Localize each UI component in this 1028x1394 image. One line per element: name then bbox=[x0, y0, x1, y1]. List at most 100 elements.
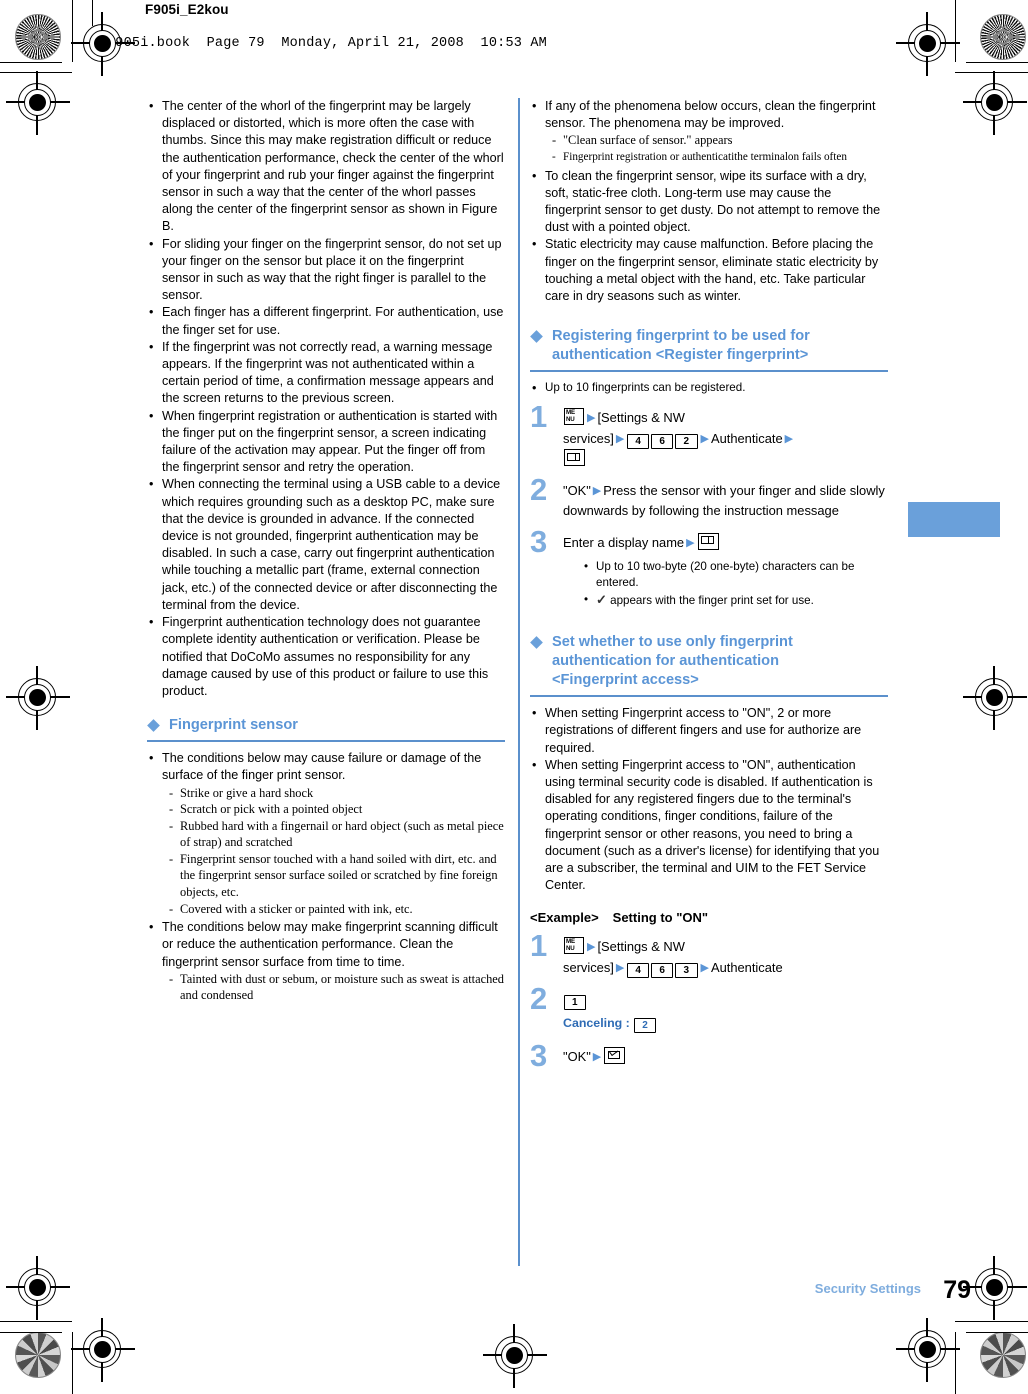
authenticate-label: Authenticate bbox=[710, 959, 783, 975]
step-register-3: 3 Enter a display name ▶ • Up to 10 two-by… bbox=[530, 526, 888, 610]
dash-bullet: - bbox=[169, 901, 174, 916]
section-heading-line2: authentication <Register fingerprint> bbox=[552, 347, 809, 364]
column-divider bbox=[518, 98, 520, 1266]
bullet-dot: • bbox=[149, 236, 154, 251]
right-column: • If any of the phenomena below occurs, c… bbox=[530, 98, 888, 1071]
dash-bullet: - bbox=[169, 818, 174, 833]
numeric-key-2: 2 bbox=[634, 1018, 657, 1034]
step-number: 1 bbox=[530, 928, 548, 964]
step3-subnotes: • Up to 10 two-byte (20 one-byte) charact… bbox=[563, 559, 888, 609]
registration-mark-bottom-left-2 bbox=[6, 1256, 70, 1320]
example-title: Setting to "ON" bbox=[612, 910, 709, 926]
registration-mark-bottom-right-2 bbox=[963, 1256, 1027, 1320]
step2-instruction: Press the sensor with your finger and sl… bbox=[563, 482, 885, 519]
page-number: 79 bbox=[943, 1276, 971, 1304]
step-access-3: 3 "OK" ▶ bbox=[530, 1040, 888, 1071]
arrow-icon: ▶ bbox=[784, 432, 794, 445]
step-text: ME NU ▶ [Settings & NW services] ▶ 4 6 3 ▶ Authent… bbox=[563, 937, 783, 978]
step-register-2: 2 "OK" ▶ Press the sensor with your finger… bbox=[530, 474, 888, 521]
arrow-icon: ▶ bbox=[587, 941, 596, 954]
check-icon: ✓ bbox=[596, 592, 607, 608]
crop-line-right-horizontal bbox=[966, 62, 1028, 63]
step-text: 1 bbox=[563, 992, 587, 1011]
step-number: 2 bbox=[530, 471, 548, 507]
arrow-icon: ▶ bbox=[592, 1051, 602, 1064]
list-item: • For sliding your finger on the fingerpr… bbox=[149, 236, 502, 303]
diamond-bullet-icon bbox=[530, 330, 543, 344]
list-item: • The conditions below may cause failure … bbox=[149, 751, 482, 783]
bullet-dot: • bbox=[149, 477, 154, 492]
section-rule bbox=[530, 695, 888, 698]
registration-mark-mid-right bbox=[963, 666, 1027, 730]
list-item: - Tainted with dust or sebum, or moisture… bbox=[169, 971, 504, 1003]
print-density-star-top-left bbox=[15, 14, 61, 60]
sensor-note2-list: • The conditions below may make fingerpri… bbox=[147, 919, 505, 971]
authenticate-label: Authenticate bbox=[710, 430, 783, 446]
list-item: • When fingerprint registration or authen… bbox=[149, 408, 498, 475]
section-rule bbox=[530, 370, 888, 373]
list-item: • If the fingerprint was not correctly re… bbox=[149, 339, 494, 406]
numeric-key-6: 6 bbox=[651, 962, 674, 978]
crop-line-left-vertical-2 bbox=[92, 0, 93, 26]
list-item: • Fingerprint authentication technology d… bbox=[149, 615, 489, 698]
dash-bullet: - bbox=[169, 851, 174, 866]
section-heading-fingerprint-access: Set whether to use only fingerprint auth… bbox=[530, 633, 888, 690]
step-number: 1 bbox=[530, 399, 548, 435]
section-heading-line3: <Fingerprint access> bbox=[552, 672, 699, 689]
numeric-key-6: 6 bbox=[651, 433, 674, 449]
step-text: ME NU ▶ [Settings & NW services] ▶ 4 6 2 ▶ Authent… bbox=[563, 408, 795, 467]
list-item: • Static electricity may cause malfunctio… bbox=[532, 237, 879, 304]
dash-bullet: - bbox=[552, 133, 557, 148]
menu-key-icon: ME NU bbox=[564, 408, 584, 426]
numeric-key-3: 3 bbox=[675, 962, 698, 978]
left-column: • The center of the whorl of the fingerpr… bbox=[147, 98, 505, 1004]
sensor-note1-subitems: - Strike or give a hard shock - Scratch or… bbox=[147, 785, 505, 918]
register-intro-note: • Up to 10 fingerprints can be registered… bbox=[530, 380, 888, 396]
registration-mark-bottom-right bbox=[896, 1318, 960, 1382]
step-text: "OK" ▶ Press the sensor with your finger a… bbox=[563, 483, 885, 519]
bullet-dot: • bbox=[584, 560, 589, 574]
diamond-bullet-icon bbox=[147, 719, 160, 732]
list-item: • To clean the fingerprint sensor, wipe i… bbox=[532, 168, 881, 235]
bullet-dot: • bbox=[149, 615, 154, 630]
arrow-icon: ▶ bbox=[615, 961, 625, 974]
crop-line-bottom-horizontal bbox=[0, 1332, 62, 1333]
settings-label-1: [Settings & NW bbox=[597, 939, 685, 955]
book-key-icon bbox=[564, 449, 585, 467]
numeric-key-2: 2 bbox=[675, 433, 698, 449]
list-item: - Fingerprint sensor touched with a hand … bbox=[169, 851, 498, 900]
bullet-dot: • bbox=[149, 339, 154, 354]
arrow-icon: ▶ bbox=[686, 536, 695, 549]
list-item: - "Clean surface of sensor." appears bbox=[552, 133, 733, 148]
ok-label: "OK" bbox=[563, 482, 591, 498]
bullet-dot: • bbox=[149, 305, 154, 320]
right-notes-top-rest: • To clean the fingerprint sensor, wipe i… bbox=[530, 168, 888, 306]
registration-mark-top-right-2 bbox=[963, 71, 1027, 135]
list-item: - Fingerprint registration or authenticat… bbox=[552, 149, 888, 166]
dash-bullet: - bbox=[169, 802, 174, 817]
crop-line-right-horizontal-2 bbox=[955, 72, 1028, 73]
numeric-key-1: 1 bbox=[564, 995, 587, 1011]
arrow-icon: ▶ bbox=[700, 432, 709, 445]
section-thumb-tab bbox=[908, 502, 1000, 537]
registration-mark-mid-left bbox=[6, 666, 70, 730]
step-text: Enter a display name ▶ bbox=[563, 532, 720, 550]
example-header: <Example> Setting to "ON" bbox=[530, 910, 888, 925]
ok-label: "OK" bbox=[563, 1049, 591, 1065]
example-label: <Example> bbox=[530, 910, 599, 926]
crop-line-right-vertical-bottom bbox=[955, 1332, 956, 1394]
right-notes-top: • If any of the phenomena below occurs, c… bbox=[530, 98, 888, 132]
list-item: • If any of the phenomena below occurs, c… bbox=[532, 99, 876, 131]
list-item: • When connecting the terminal using a US… bbox=[149, 477, 501, 612]
step-access-2: 2 1 Canceling : 2 bbox=[530, 983, 888, 1034]
list-item: - Covered with a sticker or painted with … bbox=[169, 901, 413, 916]
step-number: 2 bbox=[530, 981, 548, 1017]
menu-key-icon: ME NU bbox=[564, 937, 584, 955]
crop-line-top-horizontal bbox=[0, 62, 62, 63]
settings-label-1: [Settings & NW bbox=[597, 410, 685, 426]
section-heading-text: Fingerprint sensor bbox=[169, 717, 298, 734]
print-density-star-bottom-right bbox=[980, 1332, 1026, 1378]
registration-mark-top-right bbox=[896, 12, 960, 76]
crop-line-bottom-right-horizontal bbox=[966, 1332, 1028, 1333]
section-heading-fingerprint-sensor: Fingerprint sensor bbox=[147, 716, 505, 735]
